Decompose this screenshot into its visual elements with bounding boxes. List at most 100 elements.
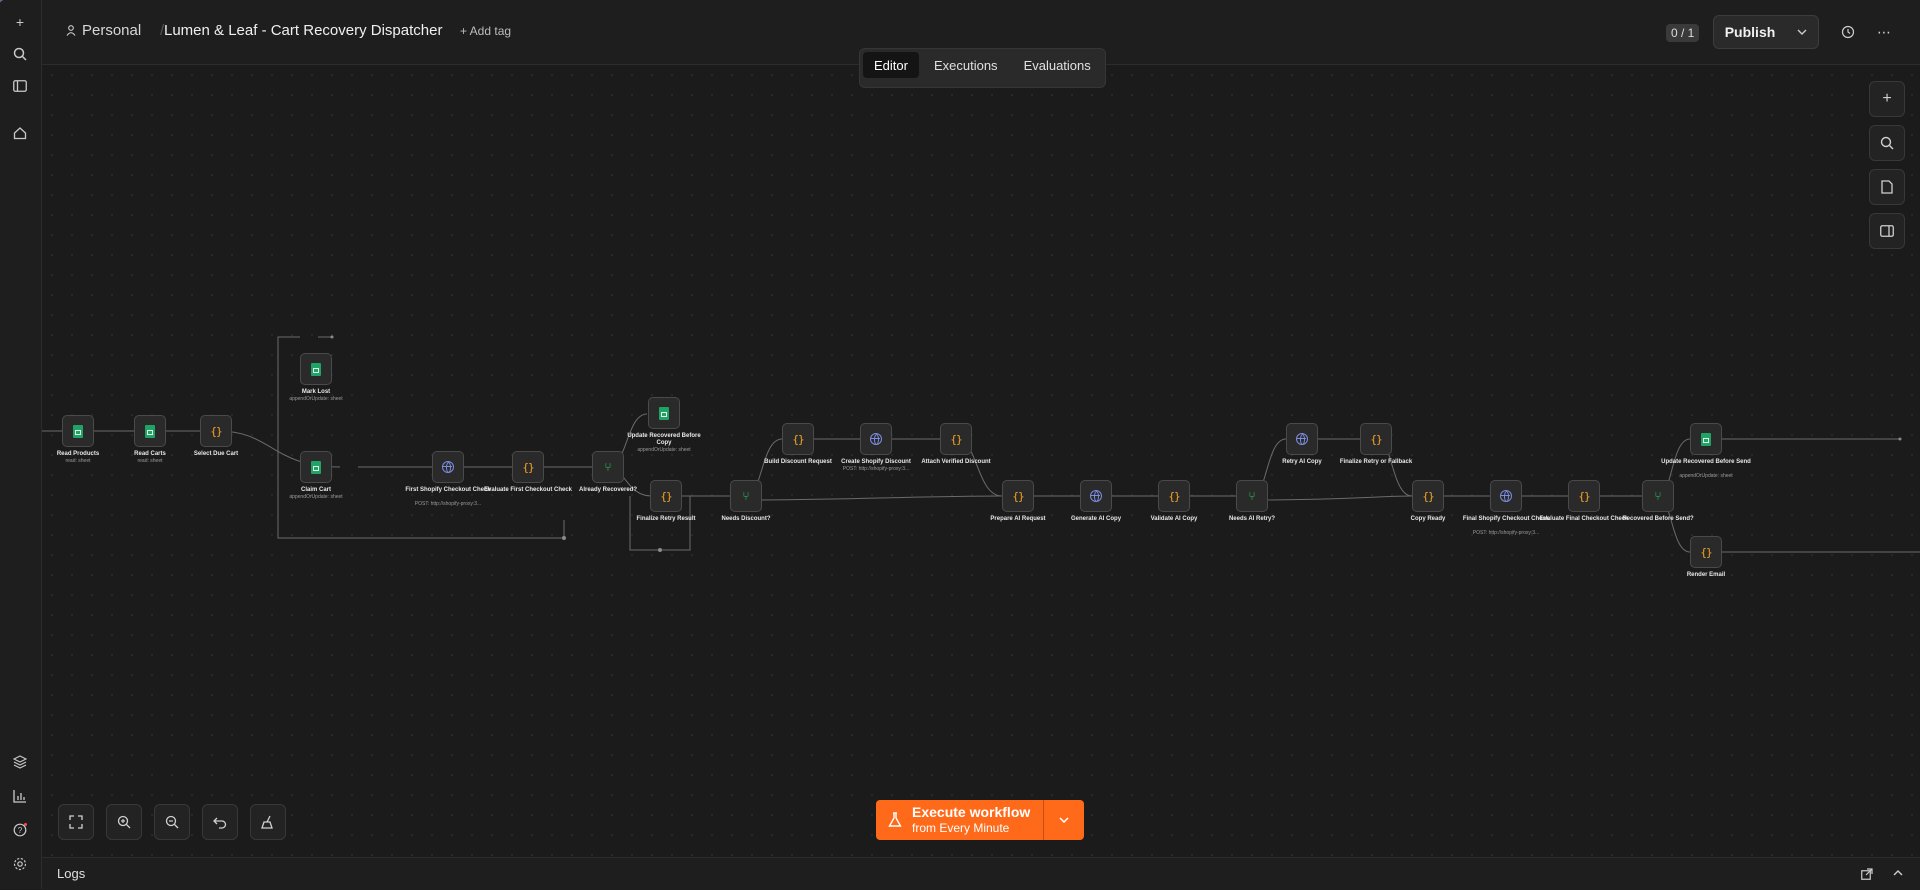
search-icon[interactable] — [8, 42, 32, 66]
logs-label: Logs — [57, 866, 86, 881]
help-icon[interactable]: ? — [8, 818, 32, 842]
add-tag-button[interactable]: + Add tag — [460, 24, 511, 38]
node-select-due-cart[interactable]: {} — [200, 415, 232, 447]
publish-count-badge: 0 / 1 — [1666, 24, 1700, 42]
more-options-icon[interactable]: ⋯ — [1874, 22, 1894, 42]
node-subtitle: appendOrUpdate: sheet — [289, 494, 343, 500]
popout-icon[interactable] — [1861, 868, 1873, 880]
node-label: Validate AI Copy — [1150, 516, 1198, 522]
node-label: Prepare AI Request — [990, 516, 1046, 522]
project-name: Personal — [82, 22, 142, 39]
node-mark-lost[interactable] — [300, 353, 332, 385]
node-label: Finalize Retry or Fallback — [1339, 459, 1413, 465]
settings-icon[interactable] — [8, 852, 32, 876]
node-needs-ai-retry[interactable]: ⑂ — [1236, 480, 1268, 512]
node-subtitle: read: sheet — [137, 458, 163, 464]
globe-icon — [442, 461, 454, 473]
node-needs-discount[interactable]: ⑂ — [730, 480, 762, 512]
node-read-carts[interactable] — [134, 415, 166, 447]
code-icon: {} — [1168, 489, 1180, 503]
node-label: Attach Verified Discount — [921, 459, 991, 465]
node-copy-ready[interactable]: {} — [1412, 480, 1444, 512]
node-label: Generate AI Copy — [1070, 516, 1122, 522]
google-sheets-icon — [311, 362, 321, 376]
code-icon: {} — [522, 460, 534, 474]
user-icon — [66, 25, 76, 36]
node-update-recovered-before-send[interactable] — [1690, 423, 1722, 455]
globe-icon — [1500, 490, 1512, 502]
node-render-email[interactable]: {} — [1690, 536, 1722, 568]
node-subtitle: appendOrUpdate: sheet — [637, 447, 691, 453]
node-label: Build Discount Request — [764, 459, 832, 465]
node-final-shopify-checkout-check[interactable] — [1490, 480, 1522, 512]
code-icon: {} — [660, 489, 672, 503]
workflow-title[interactable]: Lumen & Leaf - Cart Recovery Dispatcher — [164, 22, 442, 39]
node-label: Already Recovered? — [578, 487, 638, 493]
node-finalize-retry-result[interactable]: {} — [650, 480, 682, 512]
code-icon: {} — [950, 432, 962, 446]
google-sheets-icon — [73, 424, 83, 438]
node-evaluate-first-checkout-check[interactable]: {} — [512, 451, 544, 483]
node-label: Finalize Retry Result — [636, 516, 696, 522]
code-icon: {} — [792, 432, 804, 446]
node-validate-ai-copy[interactable]: {} — [1158, 480, 1190, 512]
chevron-up-icon[interactable] — [1893, 870, 1903, 876]
node-retry-ai-copy[interactable] — [1286, 423, 1318, 455]
node-finalize-retry-or-fallback[interactable]: {} — [1360, 423, 1392, 455]
history-icon[interactable] — [1838, 22, 1858, 42]
globe-icon — [1090, 490, 1102, 502]
node-already-recovered[interactable]: ⑂ — [592, 451, 624, 483]
templates-icon[interactable] — [8, 750, 32, 774]
node-subtitle: appendOrUpdate: sheet — [1679, 473, 1733, 479]
home-icon[interactable] — [8, 121, 32, 145]
publish-options-button[interactable] — [1786, 15, 1819, 49]
insights-icon[interactable] — [8, 784, 32, 808]
chevron-down-icon — [1797, 29, 1807, 35]
logo-icon — [0, 0, 4, 3]
google-sheets-icon — [311, 460, 321, 474]
tab-executions[interactable]: Executions — [923, 52, 1009, 78]
node-label: Select Due Cart — [193, 451, 239, 457]
code-icon: {} — [1012, 489, 1024, 503]
node-label: Recovered Before Send? — [1622, 516, 1694, 522]
branch-icon: ⑂ — [742, 489, 750, 503]
node-read-products[interactable] — [62, 415, 94, 447]
publish-button[interactable]: Publish — [1713, 15, 1787, 49]
node-label: Render Email — [1686, 572, 1726, 578]
node-build-discount-request[interactable]: {} — [782, 423, 814, 455]
node-attach-verified-discount[interactable]: {} — [940, 423, 972, 455]
globe-icon — [1296, 433, 1308, 445]
left-sidebar: + ? — [0, 0, 42, 889]
node-label: Update Recovered Before Copy — [627, 433, 701, 446]
workflow-canvas[interactable]: Read Products read: sheet Read Carts rea… — [42, 65, 1920, 856]
node-evaluate-final-checkout-check[interactable]: {} — [1568, 480, 1600, 512]
breadcrumb-project[interactable]: Personal — [66, 22, 141, 39]
node-label: First Shopify Checkout Check — [405, 487, 491, 493]
node-claim-cart[interactable] — [300, 451, 332, 483]
node-prepare-ai-request[interactable]: {} — [1002, 480, 1034, 512]
node-label: Evaluate First Checkout Check — [483, 487, 573, 493]
node-recovered-before-send[interactable]: ⑂ — [1642, 480, 1674, 512]
branch-icon: ⑂ — [1248, 489, 1256, 503]
node-subtitle: appendOrUpdate: sheet — [289, 396, 343, 402]
node-generate-ai-copy[interactable] — [1080, 480, 1112, 512]
node-first-shopify-checkout-check[interactable] — [432, 451, 464, 483]
node-label: Update Recovered Before Send — [1661, 459, 1751, 465]
node-update-recovered-before-copy[interactable] — [648, 397, 680, 429]
node-subtitle: POST: http://shopify-proxy:3... — [1472, 530, 1540, 536]
code-icon: {} — [1700, 545, 1712, 559]
tab-evaluations[interactable]: Evaluations — [1013, 52, 1102, 78]
panel-toggle-icon[interactable] — [8, 74, 32, 98]
node-create-shopify-discount[interactable] — [860, 423, 892, 455]
branch-icon: ⑂ — [1654, 489, 1662, 503]
code-icon: {} — [1370, 432, 1382, 446]
branch-icon: ⑂ — [604, 460, 612, 474]
code-icon: {} — [210, 424, 222, 438]
tab-editor[interactable]: Editor — [863, 52, 919, 78]
google-sheets-icon — [659, 406, 669, 420]
add-icon[interactable]: + — [8, 10, 32, 34]
node-label: Needs Discount? — [721, 516, 771, 522]
code-icon: {} — [1578, 489, 1590, 503]
node-label: Final Shopify Checkout Check — [1462, 516, 1550, 522]
logs-panel[interactable]: Logs — [42, 857, 1920, 890]
